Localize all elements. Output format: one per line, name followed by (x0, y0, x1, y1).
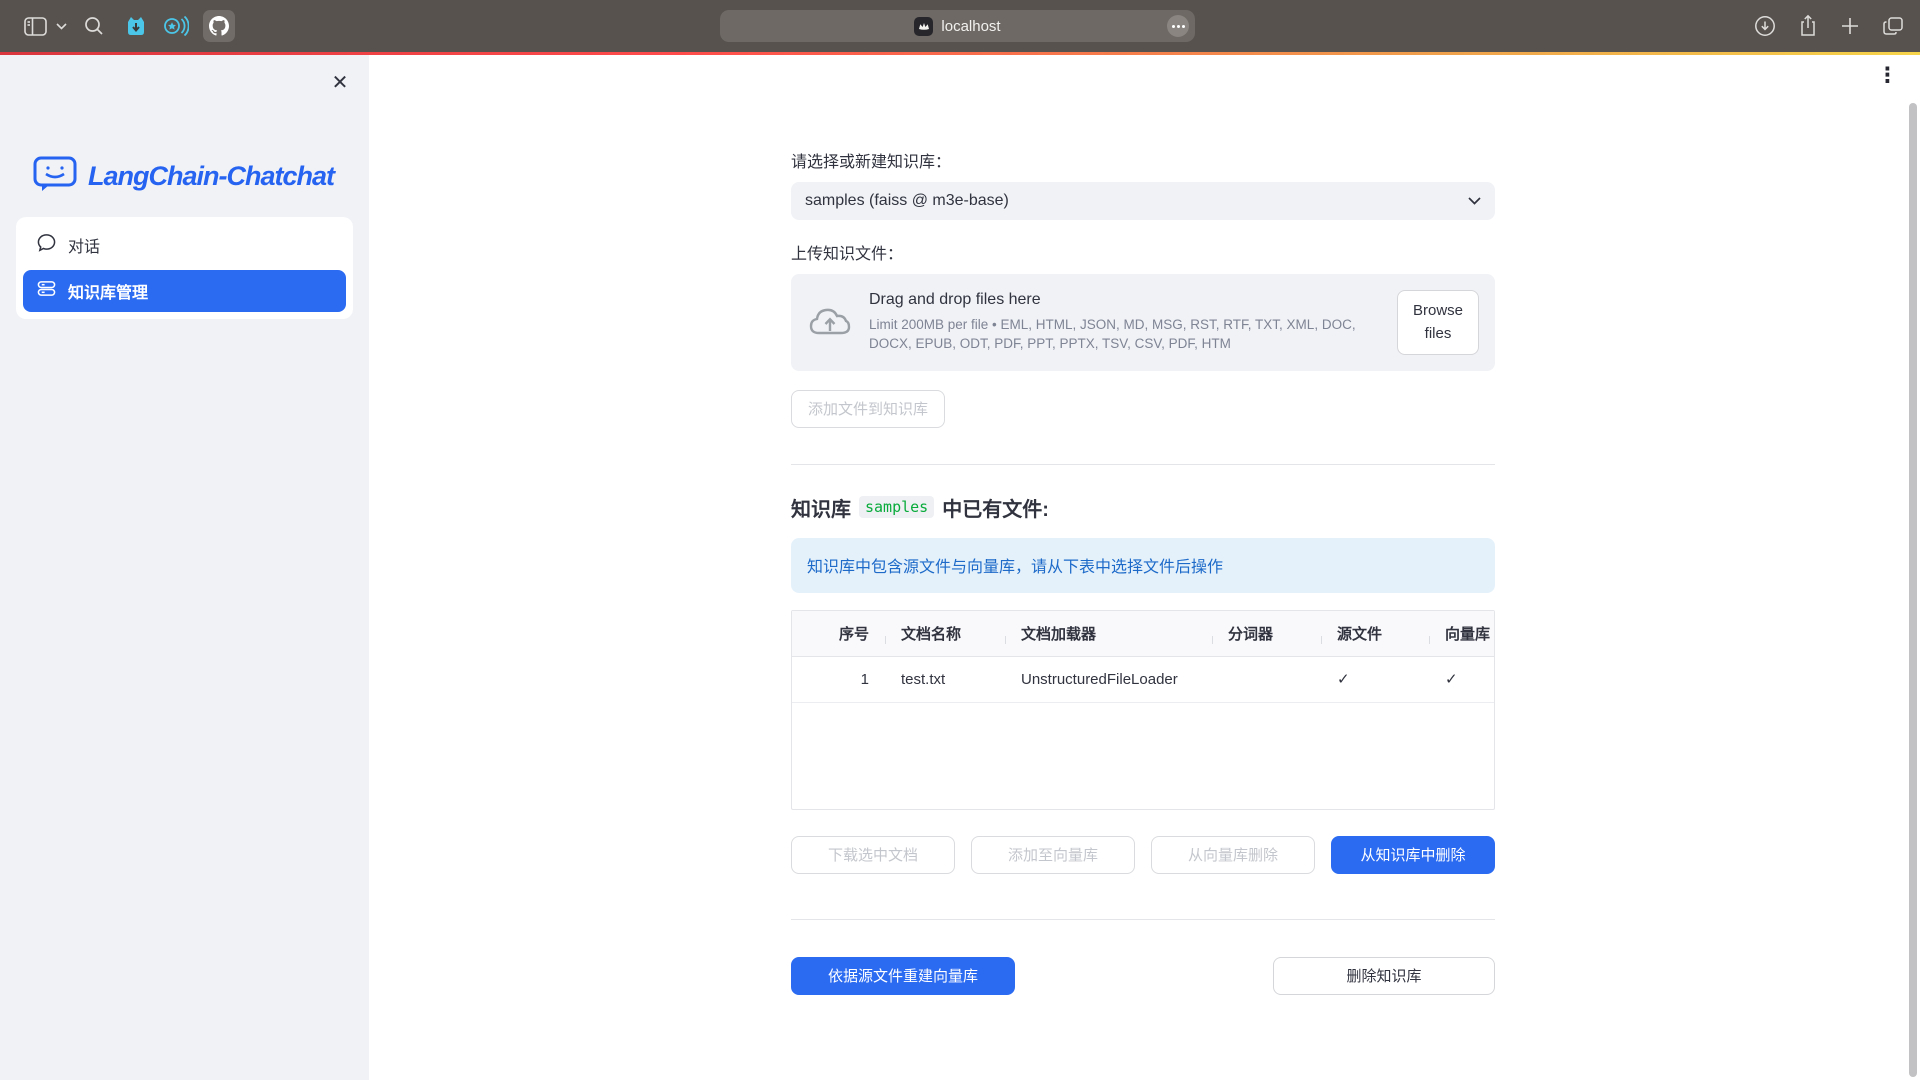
cell-vector-check: ✓ (1429, 670, 1494, 688)
column-header[interactable]: 分词器 (1212, 623, 1321, 644)
file-dropzone[interactable]: Drag and drop files here Limit 200MB per… (791, 274, 1495, 371)
page-options-button[interactable] (1167, 15, 1189, 37)
ellipsis-icon (1172, 25, 1185, 28)
browser-toolbar: localhost (0, 0, 1920, 52)
streamlit-crown-icon (914, 17, 933, 36)
kb-action-buttons: 依据源文件重建向量库 删除知识库 (791, 957, 1495, 995)
main-area: ⋮ 请选择或新建知识库： samples (faiss @ m3e-base) … (369, 55, 1920, 1080)
kb-select-label: 请选择或新建知识库： (791, 148, 1495, 172)
add-files-button[interactable]: 添加文件到知识库 (791, 390, 945, 428)
app-menu-button[interactable]: ⋮ (1877, 63, 1898, 89)
upload-label: 上传知识文件： (791, 240, 1495, 264)
heading-prefix: 知识库 (791, 493, 851, 522)
file-action-buttons: 下载选中文档 添加至向量库 从向量库删除 从知识库中删除 (791, 836, 1495, 874)
heading-suffix: 中已有文件: (942, 493, 1049, 522)
kb-selectbox[interactable]: samples (faiss @ m3e-base) (791, 182, 1495, 220)
browse-files-button[interactable]: Browse files (1397, 290, 1479, 355)
column-header[interactable]: 文档加载器 (1005, 623, 1212, 644)
app-logo: LangChain-Chatchat (32, 155, 334, 198)
sidebar-item-label: 对话 (68, 233, 100, 257)
search-icon[interactable] (72, 8, 116, 44)
chatchat-logo-icon (32, 155, 78, 198)
tabs-overview-icon[interactable] (1882, 8, 1904, 44)
database-icon (37, 279, 56, 303)
column-header[interactable]: 序号 (792, 623, 885, 644)
column-header[interactable]: 源文件 (1321, 623, 1429, 644)
cloud-upload-icon (807, 303, 853, 342)
github-extension-icon[interactable] (196, 8, 242, 44)
address-bar[interactable]: localhost (720, 10, 1195, 42)
media-sniffer-extension-icon[interactable] (156, 8, 196, 44)
kb-selected-value: samples (faiss @ m3e-base) (805, 192, 1468, 210)
add-to-vector-button[interactable]: 添加至向量库 (971, 836, 1135, 874)
divider (791, 919, 1495, 920)
cell-source-check: ✓ (1321, 670, 1429, 688)
cell-filename: test.txt (885, 671, 1005, 688)
sidebar-toggle-icon[interactable] (20, 8, 50, 44)
sidebar-nav: 对话 知识库管理 (16, 217, 353, 319)
table-row[interactable]: 1 test.txt UnstructuredFileLoader ✓ ✓ (792, 657, 1494, 703)
url-host: localhost (941, 18, 1000, 35)
delete-from-kb-button[interactable]: 从知识库中删除 (1331, 836, 1495, 874)
dropzone-limit: Limit 200MB per file • EML, HTML, JSON, … (869, 315, 1381, 354)
delete-from-vector-button[interactable]: 从向量库删除 (1151, 836, 1315, 874)
table-header-row: 序号 文档名称 文档加载器 分词器 源文件 向量库 (792, 611, 1494, 657)
divider (791, 464, 1495, 465)
chevron-down-icon (1468, 192, 1481, 210)
new-tab-icon[interactable] (1840, 8, 1860, 44)
kb-files-heading: 知识库 samples 中已有文件: (791, 493, 1495, 522)
sidebar-close-button[interactable]: ✕ (325, 67, 355, 97)
delete-kb-button[interactable]: 删除知识库 (1273, 957, 1495, 995)
dropzone-title: Drag and drop files here (869, 291, 1381, 309)
download-icon[interactable] (1754, 8, 1776, 44)
download-selected-button[interactable]: 下载选中文档 (791, 836, 955, 874)
cell-loader: UnstructuredFileLoader (1005, 671, 1212, 688)
sidebar-item-kb-management[interactable]: 知识库管理 (23, 270, 346, 312)
logo-text: LangChain-Chatchat (88, 161, 334, 192)
kb-name-code: samples (859, 496, 934, 518)
cell-index: 1 (792, 671, 885, 688)
info-banner: 知识库中包含源文件与向量库，请从下表中选择文件后操作 (791, 538, 1495, 593)
sidebar-item-dialogue[interactable]: 对话 (23, 224, 346, 266)
rebuild-vector-store-button[interactable]: 依据源文件重建向量库 (791, 957, 1015, 995)
column-header[interactable]: 文档名称 (885, 623, 1005, 644)
share-icon[interactable] (1798, 8, 1818, 44)
column-header[interactable]: 向量库 (1429, 623, 1494, 644)
cat-download-extension-icon[interactable] (116, 8, 156, 44)
app-page: ✕ LangChain-Chatchat 对 (0, 55, 1920, 1080)
chat-bubble-icon (37, 233, 56, 257)
sidebar-item-label: 知识库管理 (68, 279, 148, 303)
vertical-scrollbar[interactable] (1909, 103, 1917, 1077)
chevron-down-icon[interactable] (50, 8, 72, 44)
kb-files-table: 序号 文档名称 文档加载器 分词器 源文件 向量库 1 test.txt Uns… (791, 610, 1495, 810)
table-empty-area (792, 703, 1494, 809)
sidebar: ✕ LangChain-Chatchat 对 (0, 55, 369, 1080)
